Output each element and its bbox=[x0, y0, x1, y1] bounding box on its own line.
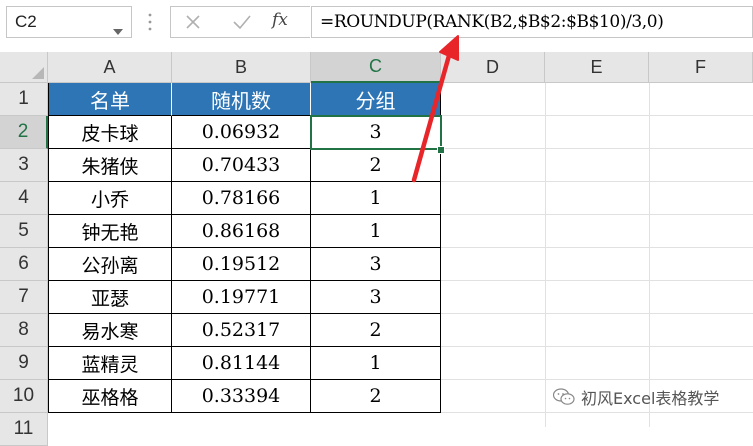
gridline bbox=[649, 83, 650, 427]
table-cell-random[interactable]: 0.86168 bbox=[172, 215, 311, 248]
table-cell-random[interactable]: 0.78166 bbox=[172, 182, 311, 215]
row-header-9[interactable]: 9 bbox=[0, 347, 48, 380]
column-header-f[interactable]: F bbox=[649, 52, 753, 83]
table-cell-name[interactable]: 易水寒 bbox=[49, 314, 172, 347]
table-cell-group[interactable]: 1 bbox=[311, 215, 441, 248]
table-cell-random[interactable]: 0.06932 bbox=[172, 116, 311, 149]
gridline bbox=[545, 83, 546, 427]
wechat-icon bbox=[553, 388, 575, 405]
row-header-1[interactable]: 1 bbox=[0, 83, 48, 116]
table-cell-random[interactable]: 0.19512 bbox=[172, 248, 311, 281]
select-all-button[interactable] bbox=[0, 52, 48, 83]
formula-bar: C2 fx =ROUNDUP(RANK(B2,$B$2:$B$10)/3,0) bbox=[0, 0, 753, 52]
table-cell-name[interactable]: 公孙离 bbox=[49, 248, 172, 281]
gridline bbox=[441, 148, 753, 149]
gridline bbox=[441, 313, 753, 314]
gridline bbox=[441, 115, 753, 116]
table-cell-random[interactable]: 0.33394 bbox=[172, 380, 311, 413]
enter-check-icon[interactable] bbox=[221, 7, 261, 37]
table-cell-group[interactable]: 3 bbox=[311, 281, 441, 314]
gridline bbox=[441, 181, 753, 182]
cancel-icon[interactable] bbox=[173, 7, 213, 37]
table-cell-name[interactable]: 朱猪侠 bbox=[49, 149, 172, 182]
table-header-name[interactable]: 名单 bbox=[49, 83, 172, 116]
gridline bbox=[441, 247, 753, 248]
row-header-5[interactable]: 5 bbox=[0, 215, 48, 248]
watermark: 初风Excel表格教学 bbox=[553, 383, 719, 411]
name-box-value: C2 bbox=[15, 12, 37, 31]
row-header-3[interactable]: 3 bbox=[0, 149, 48, 182]
table-cell-group[interactable]: 2 bbox=[311, 314, 441, 347]
watermark-text: 初风Excel表格教学 bbox=[581, 389, 720, 408]
gridline bbox=[441, 214, 753, 215]
table-cell-name[interactable]: 亚瑟 bbox=[49, 281, 172, 314]
column-header-b[interactable]: B bbox=[172, 52, 311, 83]
table-cell-name[interactable]: 钟无艳 bbox=[49, 215, 172, 248]
column-header-a[interactable]: A bbox=[48, 52, 172, 83]
row-header-11[interactable]: 11 bbox=[0, 413, 48, 446]
column-header-e[interactable]: E bbox=[545, 52, 649, 83]
row-header-4[interactable]: 4 bbox=[0, 182, 48, 215]
chevron-down-icon[interactable] bbox=[113, 20, 123, 39]
table-cell-group[interactable]: 3 bbox=[311, 248, 441, 281]
row-header-2[interactable]: 2 bbox=[0, 116, 48, 149]
table-cell-name[interactable]: 皮卡球 bbox=[49, 116, 172, 149]
table-cell-name[interactable]: 蓝精灵 bbox=[49, 347, 172, 380]
insert-function-button[interactable]: fx bbox=[272, 10, 288, 30]
row-header-8[interactable]: 8 bbox=[0, 314, 48, 347]
formula-text: =ROUNDUP(RANK(B2,$B$2:$B$10)/3,0) bbox=[320, 12, 664, 32]
table-cell-random[interactable]: 0.70433 bbox=[172, 149, 311, 182]
gridline bbox=[441, 346, 753, 347]
table-cell-random[interactable]: 0.81144 bbox=[172, 347, 311, 380]
row-header-10[interactable]: 10 bbox=[0, 380, 48, 413]
formula-buttons: fx bbox=[170, 6, 310, 38]
spreadsheet-grid: A B C D E F 1 2 3 4 5 6 7 8 9 10 11 名单 随… bbox=[0, 52, 753, 446]
table-cell-random[interactable]: 0.52317 bbox=[172, 314, 311, 347]
table-cell-group[interactable]: 2 bbox=[311, 380, 441, 413]
annotation-arrow-icon bbox=[411, 35, 459, 183]
gridline bbox=[441, 379, 753, 380]
table-cell-name[interactable]: 小乔 bbox=[49, 182, 172, 215]
formula-bar-splitter-icon[interactable] bbox=[148, 12, 152, 36]
table-header-random[interactable]: 随机数 bbox=[172, 83, 311, 116]
row-header-7[interactable]: 7 bbox=[0, 281, 48, 314]
name-box[interactable]: C2 bbox=[6, 6, 132, 38]
table-cell-name[interactable]: 巫格格 bbox=[49, 380, 172, 413]
table-cell-group[interactable]: 1 bbox=[311, 347, 441, 380]
table-cell-random[interactable]: 0.19771 bbox=[172, 281, 311, 314]
gridline bbox=[441, 280, 753, 281]
row-header-6[interactable]: 6 bbox=[0, 248, 48, 281]
formula-input[interactable]: =ROUNDUP(RANK(B2,$B$2:$B$10)/3,0) bbox=[311, 6, 753, 38]
